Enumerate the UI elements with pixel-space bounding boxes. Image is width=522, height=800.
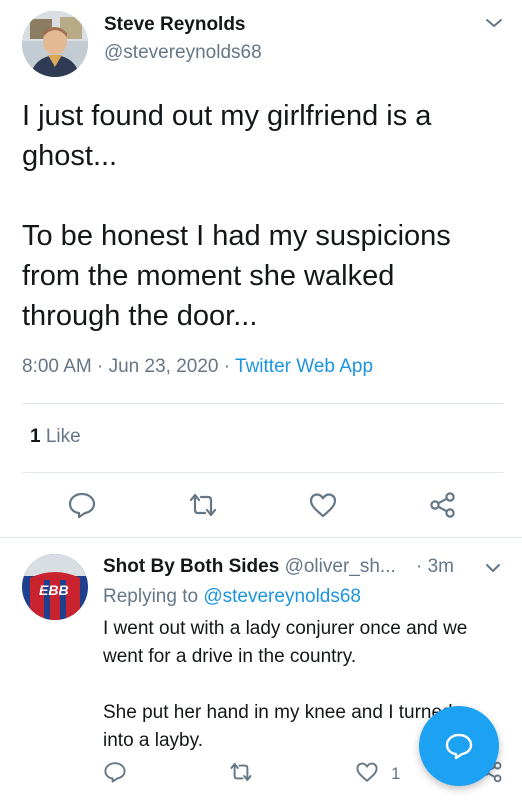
retweet-icon[interactable] — [188, 490, 218, 520]
likes-count: 1 — [30, 426, 41, 447]
tweet-text-line: from the moment she walked — [22, 260, 395, 292]
reply-timestamp: · 3m — [416, 556, 454, 578]
reply-text-line: I went out with a lady conjurer once and… — [103, 618, 468, 639]
reply-like-count: 1 — [391, 764, 401, 783]
likes-stat[interactable]: 1 Like — [30, 426, 81, 448]
tweet-text-line: To be honest I had my suspicions — [22, 220, 451, 252]
replying-to: Replying to @stevereynolds68 — [103, 586, 361, 608]
like-icon[interactable] — [308, 490, 338, 520]
reply-header: Shot By Both Sides @oliver_sh... — [103, 556, 396, 578]
divider — [22, 472, 504, 473]
meta-separator: · — [97, 356, 104, 377]
tweet-text-line: through the door... — [22, 300, 258, 332]
reply-author-name[interactable]: Shot By Both Sides — [103, 556, 279, 577]
compose-reply-button[interactable] — [419, 706, 499, 786]
likes-label: Like — [45, 426, 81, 447]
tweet-source[interactable]: Twitter Web App — [235, 356, 373, 377]
replying-label: Replying to — [103, 586, 199, 607]
tweet-text-line: ghost... — [22, 140, 118, 172]
reply-avatar[interactable]: EBB — [22, 554, 88, 620]
author-name[interactable]: Steve Reynolds — [104, 14, 246, 36]
share-icon[interactable] — [428, 490, 458, 520]
reply-icon — [445, 733, 473, 760]
tweet-text-line: I just found out my girlfriend is a — [22, 100, 432, 132]
author-avatar[interactable] — [22, 11, 88, 77]
chevron-down-icon[interactable] — [484, 16, 504, 30]
chevron-down-icon[interactable] — [484, 562, 502, 574]
author-handle[interactable]: @stevereynolds68 — [104, 42, 262, 64]
meta-separator: · — [223, 356, 231, 377]
reply-author-handle[interactable]: @oliver_sh... — [285, 556, 396, 577]
divider — [22, 403, 504, 404]
tweet-text: I just found out my girlfriend is a ghos… — [22, 96, 502, 336]
separator — [0, 537, 522, 538]
reply-text-line: went for a drive in the country. — [103, 646, 357, 667]
tweet-time: 8:00 AM — [22, 356, 92, 377]
tweet-actions — [0, 490, 522, 522]
reply-icon[interactable] — [103, 760, 127, 784]
tweet-date: Jun 23, 2020 — [108, 356, 219, 377]
like-icon[interactable] — [355, 760, 379, 784]
meta-separator: · — [416, 556, 423, 577]
replying-mention[interactable]: @stevereynolds68 — [203, 586, 361, 607]
tweet-meta: 8:00 AM · Jun 23, 2020 · Twitter Web App — [22, 356, 373, 378]
avatar-label: EBB — [39, 582, 69, 598]
retweet-icon[interactable] — [229, 760, 253, 784]
reply-icon[interactable] — [67, 490, 97, 520]
reply-time: 3m — [427, 556, 455, 577]
